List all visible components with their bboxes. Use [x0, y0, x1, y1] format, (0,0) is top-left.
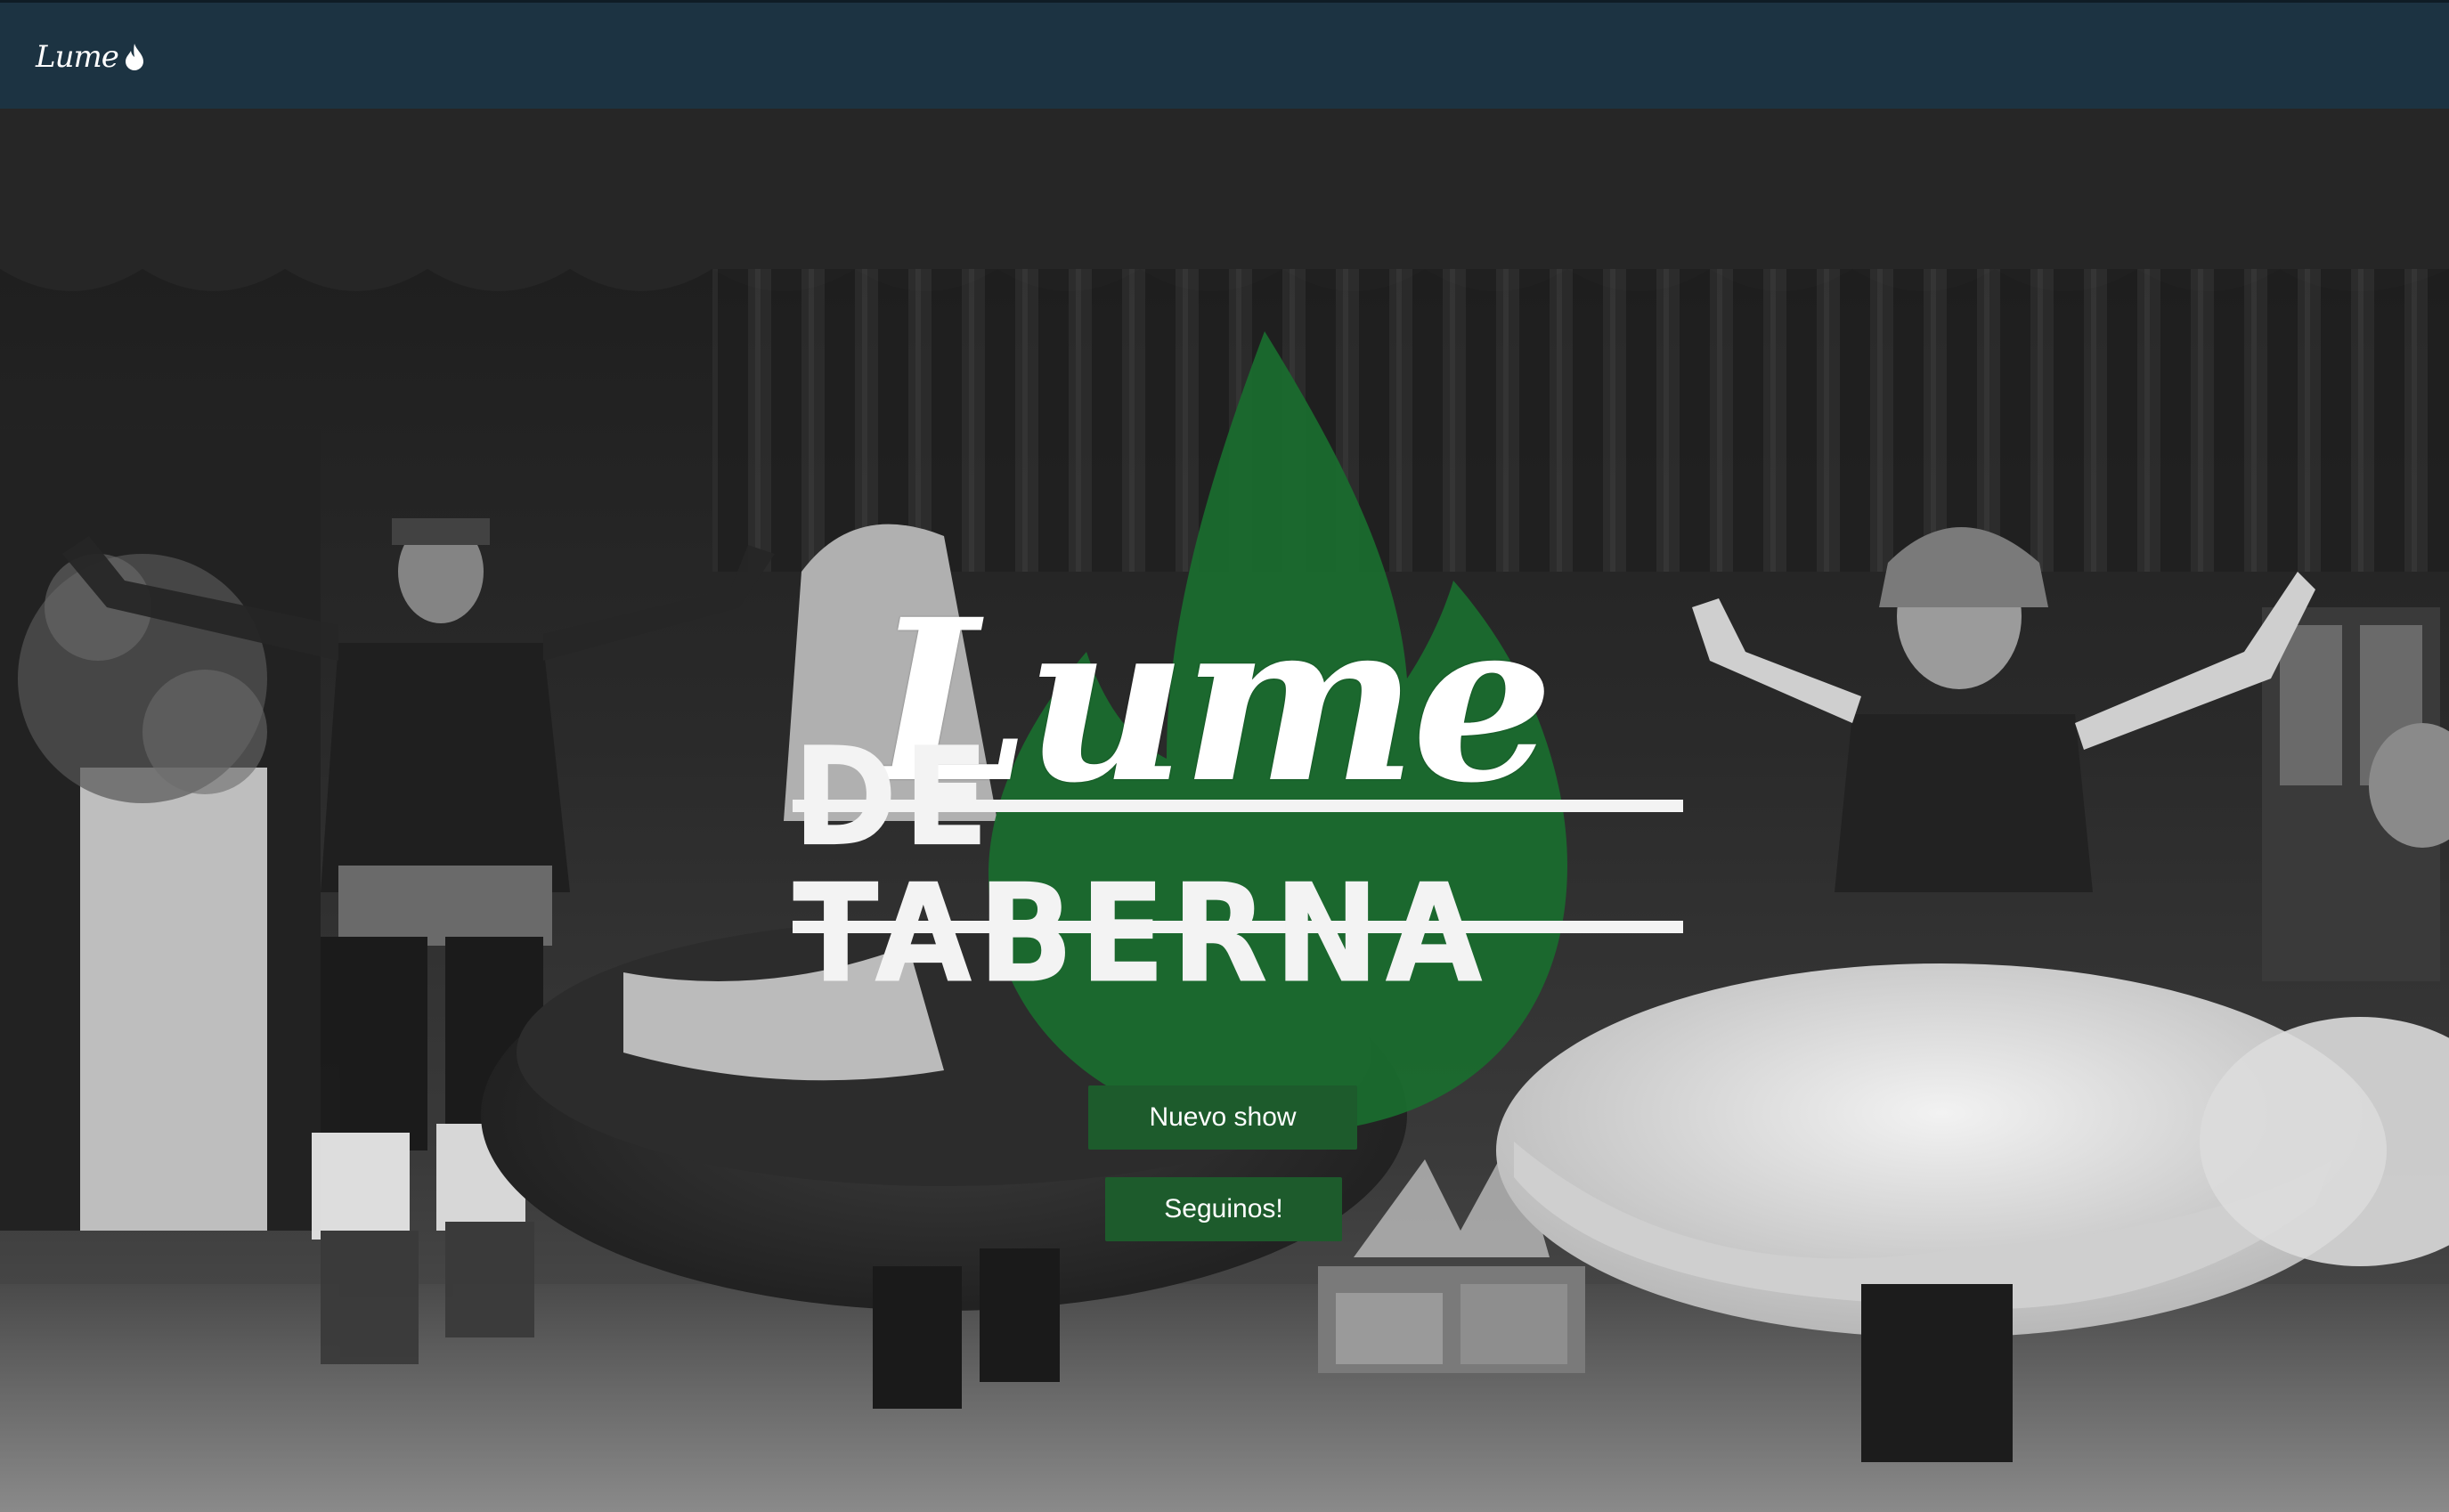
page: Lume Lume DE TABERNA Nuevo show Seguinos…	[0, 0, 2449, 1512]
top-navbar: Lume	[0, 0, 2449, 109]
logo-subtitle-frame: DE TABERNA	[793, 729, 1683, 1003]
brand-logo-link[interactable]: Lume	[36, 37, 145, 77]
logo-subtitle: DE TABERNA	[793, 718, 1489, 1014]
brand-name: Lume	[36, 39, 119, 75]
follow-us-button[interactable]: Seguinos!	[1105, 1177, 1342, 1241]
flame-icon	[125, 44, 143, 70]
hero-logo: Lume DE TABERNA	[784, 296, 1692, 1150]
new-show-button[interactable]: Nuevo show	[1088, 1085, 1357, 1150]
hero-section: Lume DE TABERNA Nuevo show Seguinos!	[0, 109, 2449, 1512]
